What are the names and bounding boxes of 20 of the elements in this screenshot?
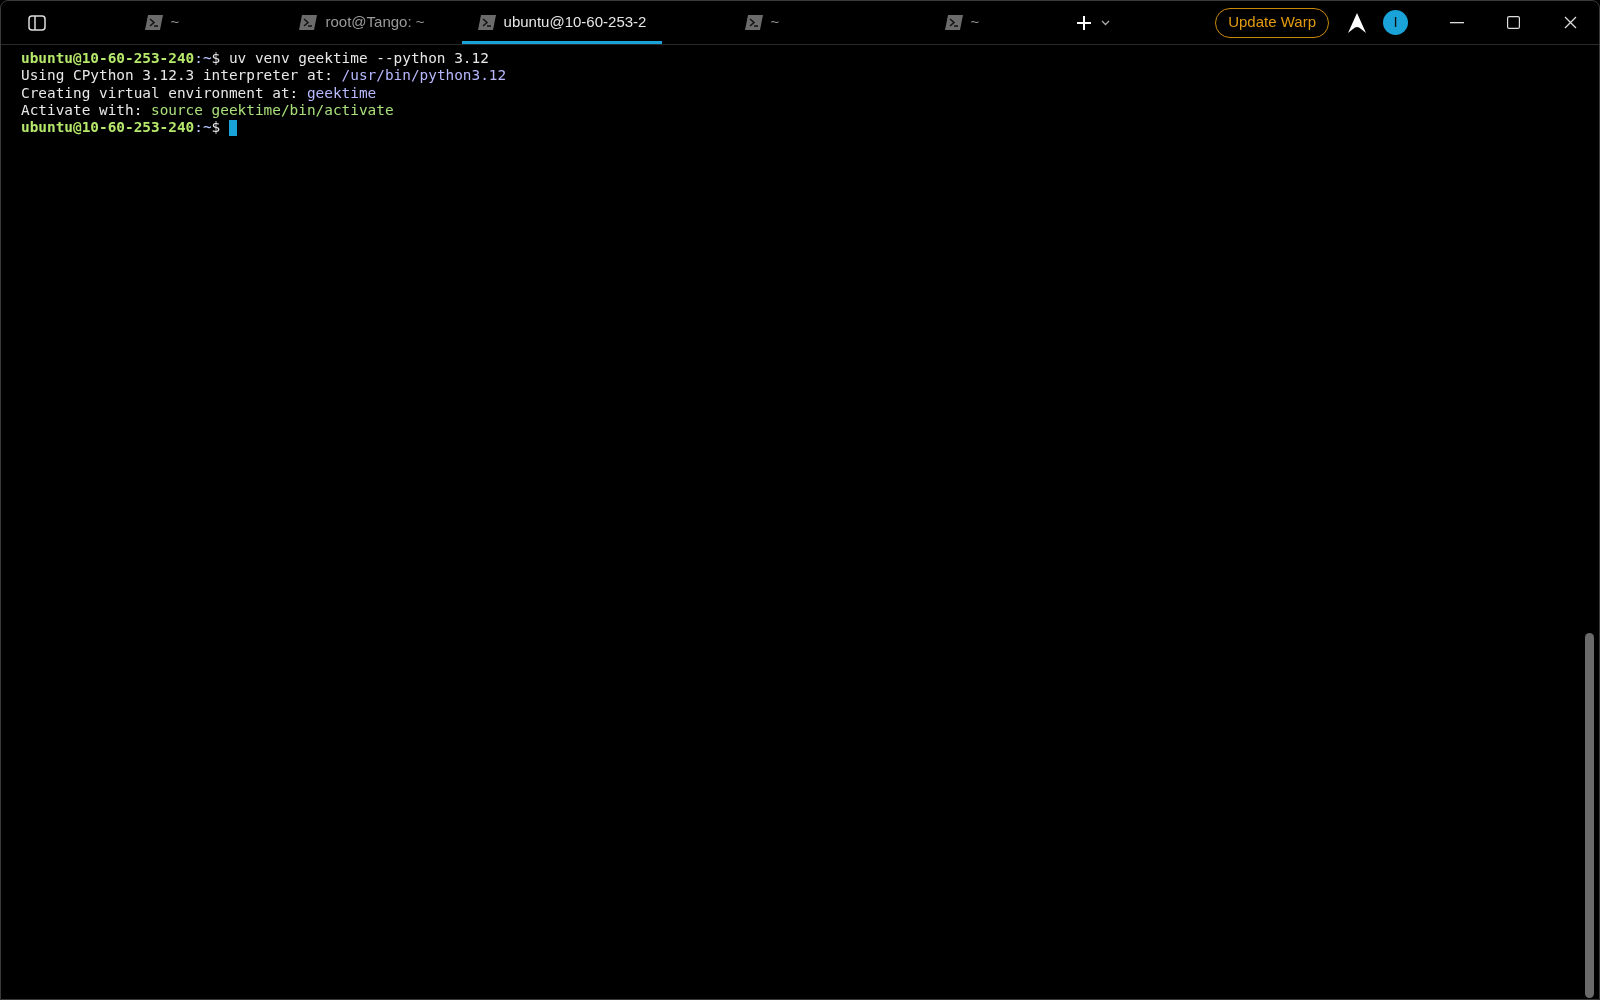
output-line: Creating virtual environment at: geektime: [21, 84, 377, 102]
terminal-tab[interactable]: root@Tango: ~: [262, 1, 462, 44]
terminal-tab[interactable]: ubuntu@10-60-253-2: [462, 1, 662, 44]
prompt-line: ubuntu@10-60-253-240:~$ uv venv geektime --python 3.12: [21, 50, 489, 68]
output-line: Activate with: source geektime/bin/activate: [21, 101, 394, 120]
terminal-icon: [744, 15, 763, 30]
close-icon[interactable]: [1564, 16, 1577, 29]
warp-logo-icon[interactable]: [1347, 11, 1367, 34]
avatar[interactable]: I: [1383, 10, 1408, 35]
terminal-icon: [477, 15, 496, 30]
scrollbar-thumb[interactable]: [1585, 633, 1594, 998]
output-line: Using CPython 3.12.3 interpreter at: /usr/bin/python3.12: [21, 67, 507, 85]
terminal-tab[interactable]: ~: [62, 1, 262, 44]
maximize-icon[interactable]: [1507, 16, 1520, 29]
terminal-icon: [144, 15, 163, 30]
terminal-icon: [299, 15, 318, 30]
terminal-icon: [944, 15, 963, 30]
prompt-line: ubuntu@10-60-253-240:~$: [21, 119, 222, 137]
terminal-tab[interactable]: ~: [862, 1, 1062, 44]
terminal-tab[interactable]: ~: [662, 1, 862, 44]
